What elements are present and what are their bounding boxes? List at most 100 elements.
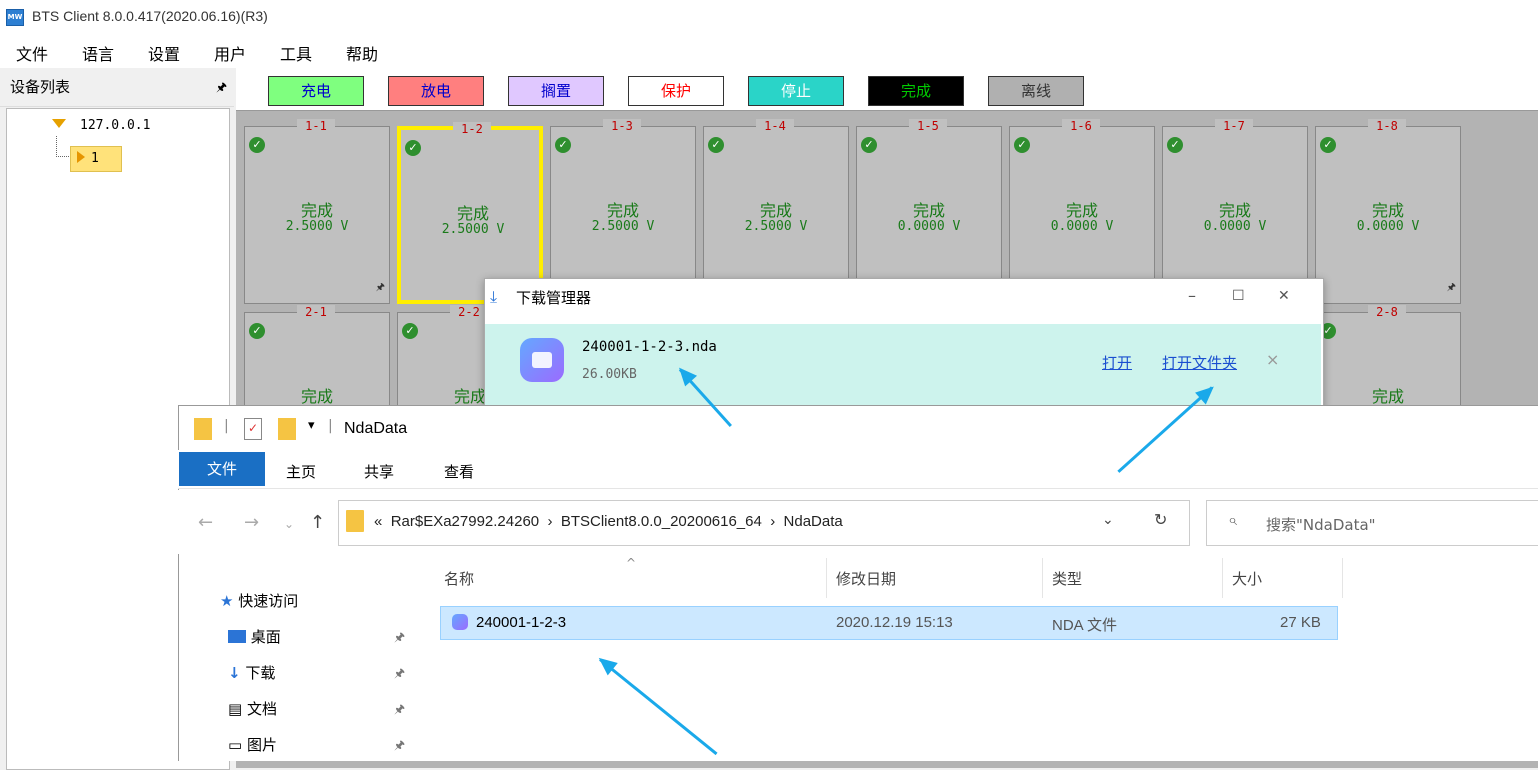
- pin-icon[interactable]: 🖈: [394, 700, 405, 721]
- quick-access-dropdown-icon[interactable]: ▾: [308, 418, 315, 433]
- check-icon: ✓: [1167, 137, 1183, 153]
- nav-desktop[interactable]: 桌面: [228, 626, 281, 647]
- back-icon[interactable]: ←: [198, 512, 213, 533]
- legend-offline: 离线: [988, 76, 1084, 106]
- breadcrumb-item[interactable]: NdaData: [784, 513, 843, 530]
- channel-id: 1-8: [1368, 119, 1406, 133]
- pin-icon[interactable]: 🖈: [394, 628, 405, 649]
- channel-id: 1-6: [1062, 119, 1100, 133]
- channel-voltage: 2.5000 V: [744, 219, 808, 234]
- channel-id: 2-8: [1368, 305, 1406, 319]
- nav-label: 桌面: [250, 628, 281, 646]
- menu-help[interactable]: 帮助: [346, 41, 378, 65]
- nav-label: 图片: [246, 736, 277, 754]
- pin-icon[interactable]: 🖈: [216, 78, 227, 99]
- tab-view[interactable]: 查看: [444, 461, 474, 482]
- channel-status: 完成: [1371, 201, 1404, 220]
- channel-status: 完成: [1218, 201, 1251, 220]
- channel-voltage: 0.0000 V: [897, 219, 961, 234]
- sort-ascending-icon: ^: [626, 556, 637, 570]
- tab-share[interactable]: 共享: [364, 461, 394, 482]
- new-folder-icon[interactable]: [278, 418, 296, 440]
- open-folder-link[interactable]: 打开文件夹: [1162, 352, 1237, 373]
- recent-dropdown-icon[interactable]: ⌄: [284, 517, 294, 531]
- column-type[interactable]: 类型: [1052, 568, 1082, 589]
- app-icon: MW: [6, 9, 24, 26]
- nav-label: 文档: [246, 700, 277, 718]
- refresh-icon[interactable]: ↻: [1154, 510, 1167, 529]
- channel-voltage: 2.5000 V: [441, 222, 505, 237]
- pin-icon[interactable]: 🖈: [394, 664, 405, 685]
- download-icon: ⤓: [490, 287, 498, 306]
- file-name[interactable]: 240001-1-2-3: [476, 614, 566, 631]
- column-divider[interactable]: [1042, 558, 1043, 598]
- menu-tools[interactable]: 工具: [280, 41, 312, 65]
- channel-status: 完成: [300, 387, 333, 406]
- check-icon: ✓: [861, 137, 877, 153]
- nda-file-icon: [520, 338, 564, 382]
- channel-voltage: 0.0000 V: [1356, 219, 1420, 234]
- channel-id: 1-4: [756, 119, 794, 133]
- nav-documents[interactable]: ▤ 文档: [228, 698, 277, 719]
- separator: |: [328, 418, 333, 434]
- minimize-button[interactable]: –: [1188, 286, 1196, 305]
- remove-download-button[interactable]: ×: [1266, 350, 1279, 369]
- close-button[interactable]: ✕: [1278, 288, 1290, 304]
- breadcrumb[interactable]: « Rar$EXa27992.24260 › BTSClient8.0.0_20…: [374, 513, 843, 530]
- check-icon: ✓: [405, 140, 421, 156]
- open-file-link[interactable]: 打开: [1102, 352, 1132, 373]
- column-divider[interactable]: [1342, 558, 1343, 598]
- nda-file-icon: [452, 614, 468, 630]
- nav-downloads[interactable]: ↓ 下载: [228, 662, 275, 683]
- menu-file[interactable]: 文件: [16, 41, 48, 65]
- menu-user[interactable]: 用户: [214, 41, 246, 65]
- breadcrumb-item[interactable]: Rar$EXa27992.24260: [391, 513, 539, 530]
- star-icon: ★: [220, 592, 234, 610]
- breadcrumb-item[interactable]: BTSClient8.0.0_20200616_64: [561, 513, 762, 530]
- channel-voltage: 0.0000 V: [1050, 219, 1114, 234]
- up-icon[interactable]: ↑: [310, 512, 325, 533]
- column-size[interactable]: 大小: [1232, 568, 1262, 589]
- nav-label: 快速访问: [238, 592, 299, 610]
- chevron-down-icon[interactable]: ⌄: [1102, 512, 1114, 528]
- check-icon: ✓: [249, 137, 265, 153]
- pin-icon[interactable]: 🖈: [394, 736, 405, 757]
- check-icon: ✓: [1320, 137, 1336, 153]
- download-filename: 240001-1-2-3.nda: [582, 339, 717, 355]
- window-title: BTS Client 8.0.0.417(2020.06.16)(R3): [32, 8, 268, 24]
- forward-icon[interactable]: →: [244, 512, 259, 533]
- check-icon: ✓: [555, 137, 571, 153]
- column-divider[interactable]: [826, 558, 827, 598]
- column-divider[interactable]: [1222, 558, 1223, 598]
- menu-settings[interactable]: 设置: [148, 41, 180, 65]
- search-placeholder: 搜索"NdaData": [1266, 516, 1376, 534]
- tab-file[interactable]: 文件: [179, 452, 265, 486]
- tree-connector: [56, 136, 69, 157]
- channel-status: 完成: [1065, 201, 1098, 220]
- pin-icon: 🖈: [375, 282, 385, 293]
- breadcrumb-separator: ›: [770, 513, 776, 530]
- legend-charge: 充电: [268, 76, 364, 106]
- menu-language[interactable]: 语言: [82, 41, 114, 65]
- channel-card[interactable]: 1-8 ✓ 完成 0.0000 V 🖈: [1315, 119, 1461, 304]
- breadcrumb-overflow[interactable]: «: [374, 513, 382, 530]
- tab-home[interactable]: 主页: [286, 461, 316, 482]
- tree-node-label: 1: [91, 151, 99, 166]
- channel-card[interactable]: 1-1 ✓ 完成 2.5000 V 🖈: [244, 119, 390, 304]
- nav-quick-access[interactable]: ★ 快速访问: [220, 590, 298, 611]
- properties-icon[interactable]: ✓: [244, 418, 262, 440]
- expand-arrow-icon[interactable]: [52, 119, 66, 128]
- maximize-button[interactable]: ☐: [1232, 288, 1245, 304]
- check-icon: ✓: [708, 137, 724, 153]
- column-name[interactable]: 名称: [444, 568, 474, 589]
- nav-pictures[interactable]: ▭ 图片: [228, 734, 277, 755]
- download-icon: ↓: [228, 664, 241, 682]
- column-modified[interactable]: 修改日期: [836, 568, 896, 589]
- breadcrumb-separator: ›: [547, 513, 553, 530]
- nav-label: 下载: [245, 664, 276, 682]
- tree-node-ip[interactable]: 127.0.0.1: [80, 118, 150, 133]
- play-icon: [77, 151, 85, 163]
- check-icon: ✓: [1014, 137, 1030, 153]
- file-modified: 2020.12.19 15:13: [836, 614, 953, 631]
- tree-node-device[interactable]: 1: [70, 146, 122, 172]
